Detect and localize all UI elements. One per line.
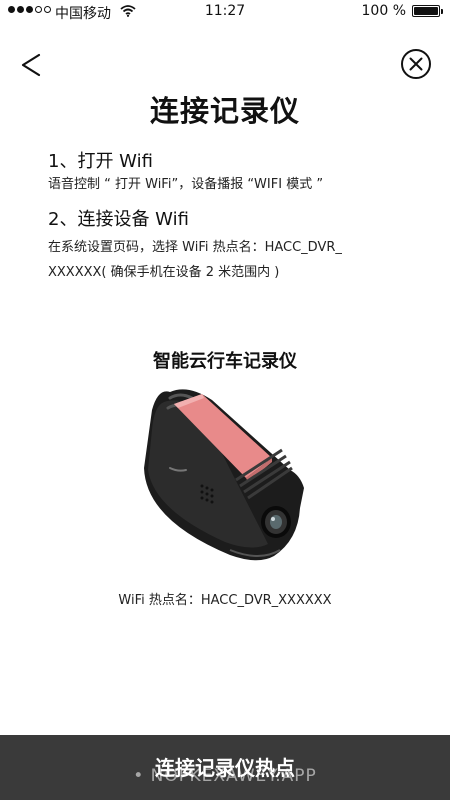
step2-instruction-line2: XXXXXX( 确保手机在设备 2 米范围内 ) xyxy=(48,265,280,280)
back-button[interactable] xyxy=(16,50,48,82)
step2-instruction: 在系统设置页码，选择 WiFi 热点名：HACC_DVR_ XXXXXX( 确保… xyxy=(48,235,418,285)
chevron-left-icon xyxy=(21,53,41,77)
connect-hotspot-button[interactable]: 连接记录仪热点 xyxy=(0,735,450,800)
page-title: 连接记录仪 xyxy=(149,94,300,128)
step2-heading: 2、连接设备 Wifi xyxy=(48,209,189,230)
dashcam-image xyxy=(144,389,304,561)
device-caption: 智能云行车记录仪 xyxy=(153,351,297,372)
close-button[interactable] xyxy=(400,48,432,80)
step1-heading: 1、打开 Wifi xyxy=(48,151,153,172)
battery-icon xyxy=(412,5,443,17)
battery-percentage: 100 % xyxy=(361,3,406,19)
status-bar: 中国移动 11:27 100 % xyxy=(0,0,450,22)
step2-instruction-line1: 在系统设置页码，选择 WiFi 热点名：HACC_DVR_ xyxy=(48,240,342,255)
step1-instruction: 语音控制 “ 打开 WiFi”，设备播报 “WIFI 模式 ” xyxy=(48,177,324,192)
wifi-ssid-caption: WiFi 热点名：HACC_DVR_XXXXXX xyxy=(118,593,332,608)
close-circle-icon xyxy=(401,49,431,79)
